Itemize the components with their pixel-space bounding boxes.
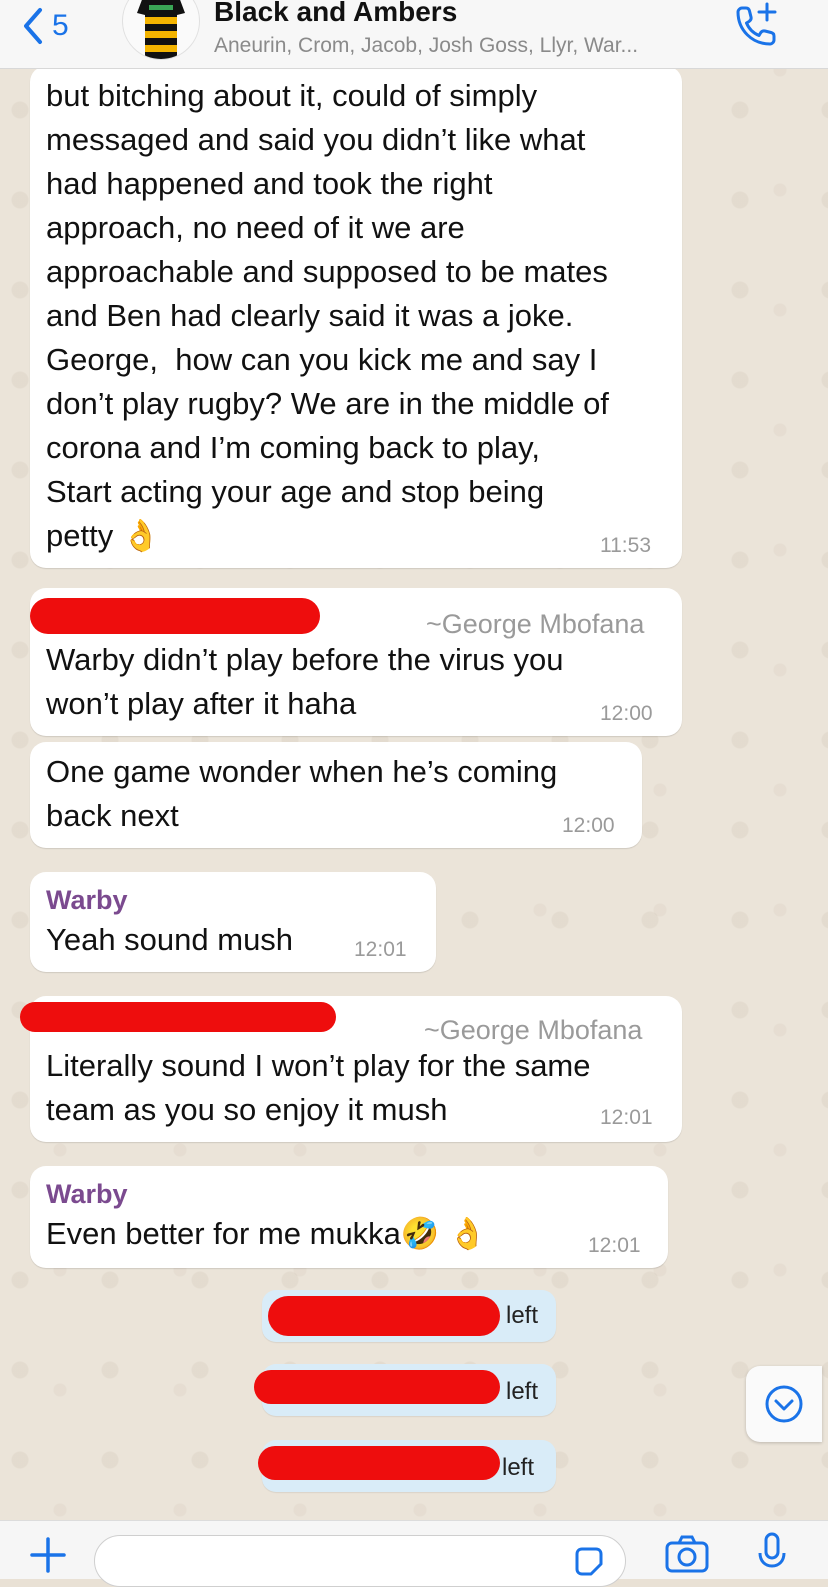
- message-text-line: but bitching about it, could of simply: [46, 78, 538, 113]
- chat-header: 5 Black and Ambers Aneurin, Crom, Jacob,…: [0, 0, 828, 69]
- message-bubble[interactable]: ~George Mbofana Literally sound I won’t …: [20, 996, 682, 1142]
- message-bubble[interactable]: ~George Mbofana Warby didn’t play before…: [30, 588, 682, 736]
- message-bubble[interactable]: One game wonder when he’s coming back ne…: [30, 742, 642, 848]
- add-call-button[interactable]: [730, 2, 780, 52]
- camera-icon[interactable]: [664, 1533, 710, 1573]
- message-sender: Warby: [46, 1179, 128, 1209]
- message-text-line: Even better for me mukka🤣 👌: [46, 1216, 487, 1251]
- message-text-line: Warby didn’t play before the virus you: [46, 642, 564, 677]
- message-text-line: back next: [46, 798, 179, 833]
- group-title[interactable]: Black and Ambers: [214, 0, 457, 28]
- group-avatar[interactable]: [122, 0, 200, 60]
- redacted-sender: [30, 598, 320, 634]
- message-time: 12:01: [354, 938, 407, 961]
- add-call-icon: [736, 2, 777, 46]
- message-text-line: approach, no need of it we are: [46, 210, 465, 245]
- chevron-down-circle-icon: [765, 1385, 803, 1423]
- message-text-line: Yeah sound mush: [46, 922, 294, 957]
- message-sender: Warby: [46, 885, 128, 915]
- system-notice-text: left: [502, 1454, 535, 1481]
- system-notice: left: [258, 1440, 556, 1492]
- message-text-line: and Ben had clearly said it was a joke.: [46, 298, 574, 333]
- compose-bar: [0, 1520, 828, 1587]
- plus-icon[interactable]: [28, 1535, 68, 1575]
- message-text-line: team as you so enjoy it mush: [46, 1092, 448, 1127]
- chevron-left-icon: [24, 8, 42, 44]
- system-notice: left: [254, 1364, 556, 1416]
- message-text-line: approachable and supposed to be mates: [46, 254, 608, 289]
- message-bubble[interactable]: but bitching about it, could of simply m…: [30, 66, 682, 568]
- message-time: 12:00: [562, 814, 615, 837]
- message-text-line: One game wonder when he’s coming: [46, 754, 558, 789]
- message-text-line: Start acting your age and stop being: [46, 474, 545, 509]
- message-text-line: won’t play after it haha: [46, 686, 357, 721]
- message-time: 11:53: [600, 534, 651, 557]
- sticker-icon[interactable]: [571, 1544, 607, 1580]
- scroll-to-bottom-button[interactable]: [746, 1366, 822, 1442]
- message-text-line: petty 👌: [46, 518, 161, 553]
- message-text-line: had happened and took the right: [46, 166, 493, 201]
- message-bubble[interactable]: Warby Yeah sound mush 12:01: [30, 872, 436, 972]
- redacted-participant: [258, 1446, 500, 1480]
- redacted-participant: [254, 1370, 500, 1404]
- message-time: 12:01: [588, 1234, 641, 1257]
- unread-count: 5: [52, 9, 69, 42]
- message-bubble[interactable]: Warby Even better for me mukka🤣 👌 12:01: [30, 1166, 668, 1268]
- redacted-sender: [20, 1002, 336, 1032]
- microphone-icon[interactable]: [756, 1531, 788, 1575]
- redacted-participant: [268, 1296, 500, 1336]
- message-text-line: Literally sound I won’t play for the sam…: [46, 1048, 591, 1083]
- back-button[interactable]: 5: [22, 6, 69, 46]
- group-members[interactable]: Aneurin, Crom, Jacob, Josh Goss, Llyr, W…: [214, 34, 638, 58]
- system-notice-text: left: [506, 1302, 539, 1329]
- message-input[interactable]: [94, 1535, 626, 1587]
- message-text-line: corona and I’m coming back to play,: [46, 430, 540, 465]
- system-notice-text: left: [506, 1378, 539, 1405]
- jersey-icon: [137, 0, 185, 59]
- message-time: 12:01: [600, 1106, 653, 1129]
- message-text-line: messaged and said you didn’t like what: [46, 122, 586, 157]
- message-text-line: don’t play rugby? We are in the middle o…: [46, 386, 609, 421]
- message-text-line: George, how can you kick me and say I: [46, 342, 598, 377]
- system-notice: left: [262, 1290, 556, 1342]
- message-time: 12:00: [600, 702, 653, 725]
